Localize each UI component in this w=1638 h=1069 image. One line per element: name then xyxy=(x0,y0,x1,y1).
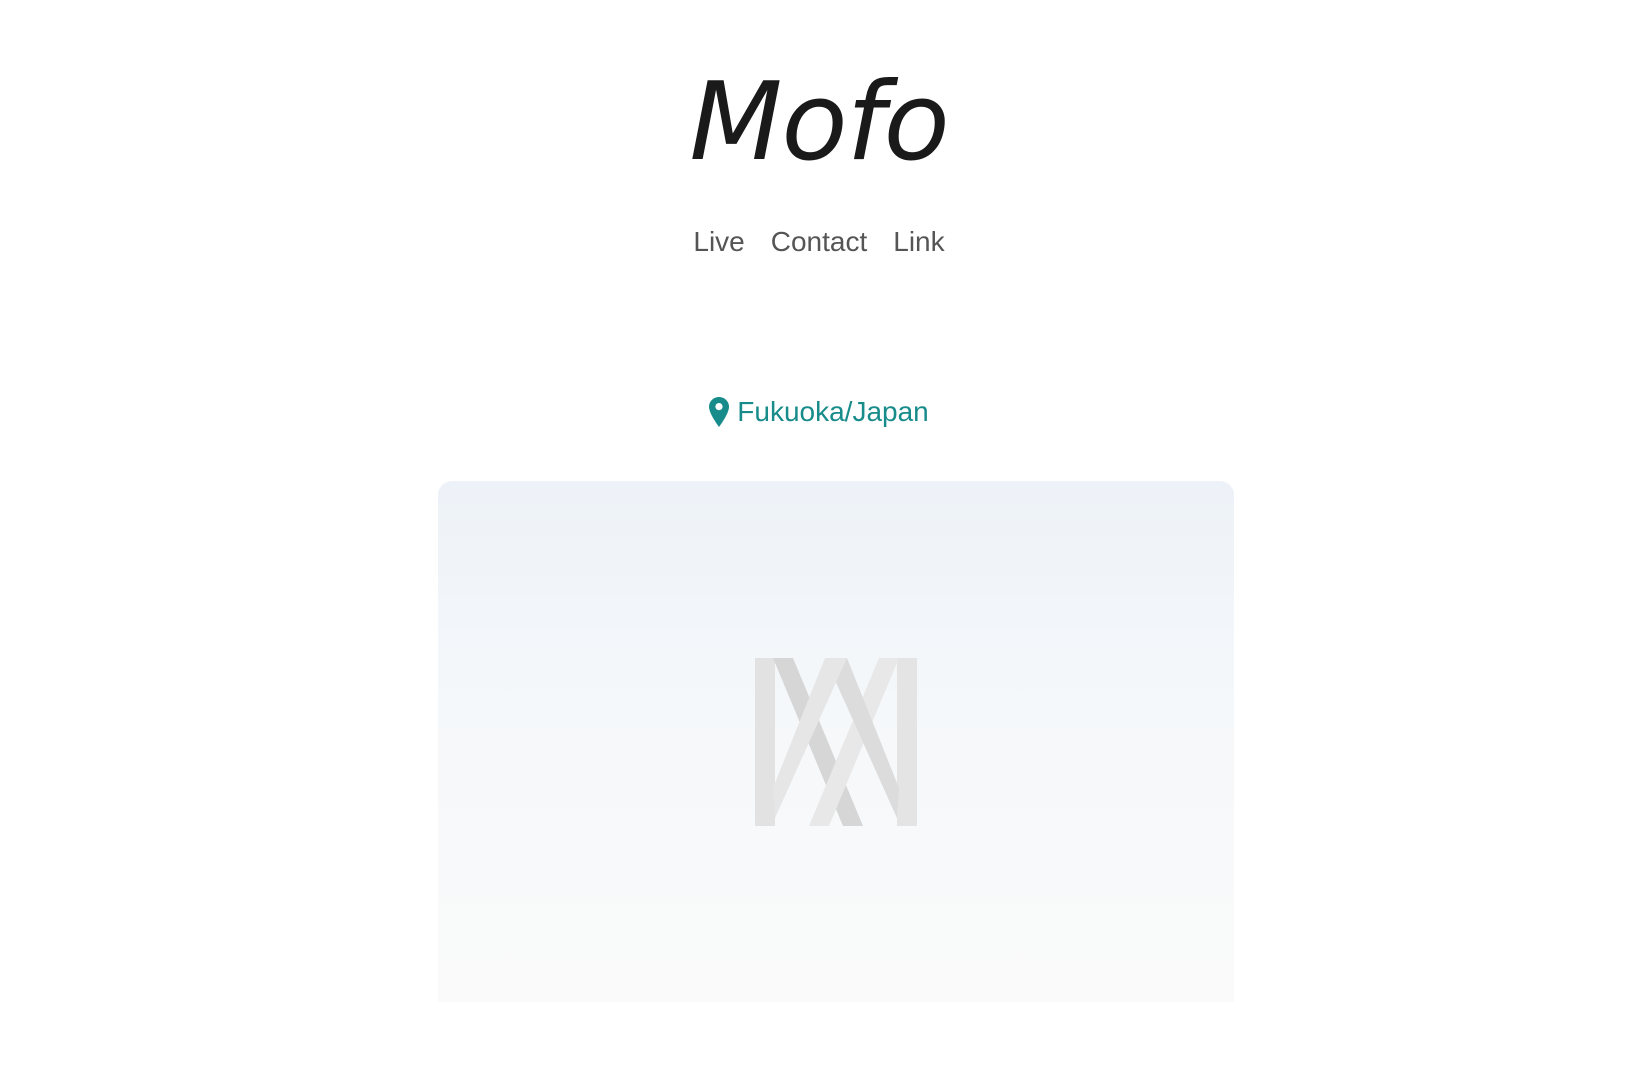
location: Fukuoka/Japan xyxy=(0,393,1638,431)
map-pin-icon xyxy=(709,397,730,427)
main-nav: Live Contact Link xyxy=(0,222,1638,262)
hero-image xyxy=(438,481,1234,1002)
location-label: Fukuoka/Japan xyxy=(737,396,929,427)
nav-item-contact[interactable]: Contact xyxy=(771,222,868,262)
mofo-logo-icon xyxy=(755,658,917,826)
nav-item-link[interactable]: Link xyxy=(893,222,944,262)
site-title[interactable]: Mofo xyxy=(0,58,1638,188)
nav-item-live[interactable]: Live xyxy=(693,222,744,262)
